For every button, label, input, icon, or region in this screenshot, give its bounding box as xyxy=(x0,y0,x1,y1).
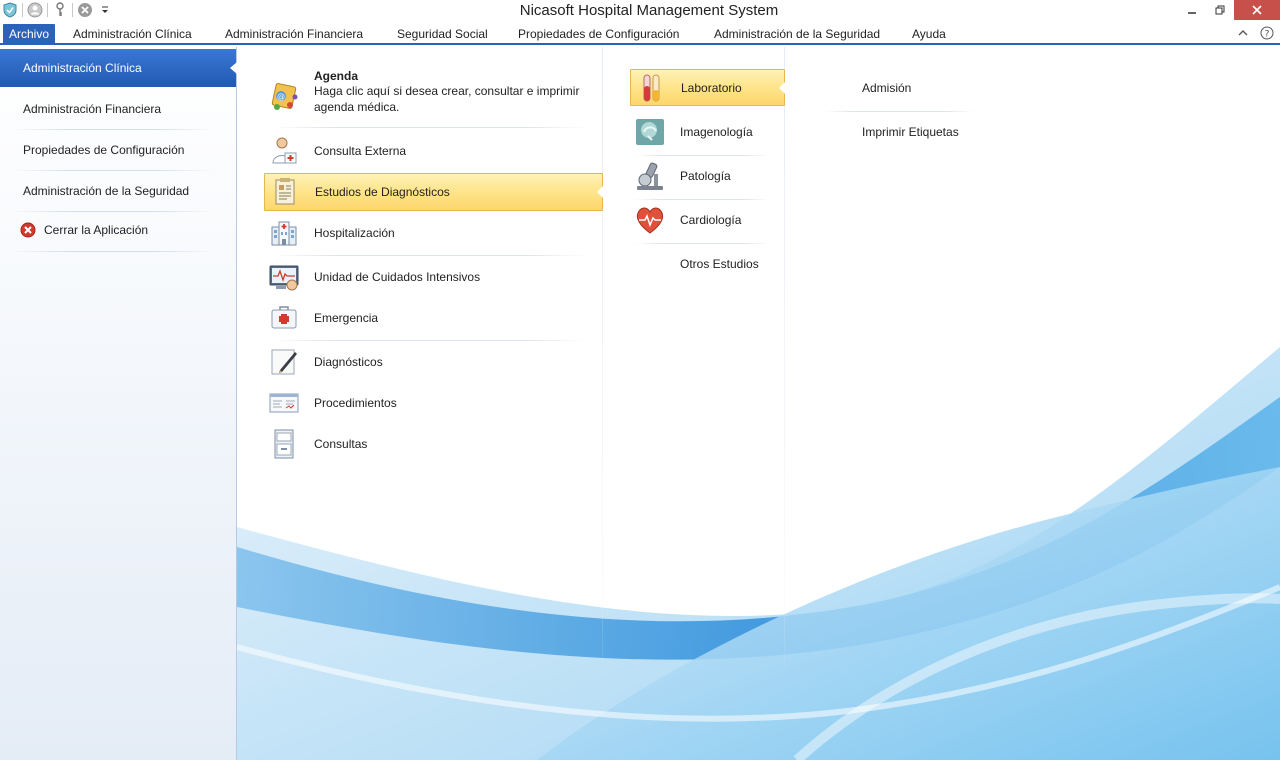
menu-bar: Archivo Administración Clínica Administr… xyxy=(0,22,1280,45)
consultas-item[interactable]: Consultas xyxy=(268,428,367,460)
svg-text:@: @ xyxy=(277,92,285,101)
selection-pointer xyxy=(597,186,603,198)
sidebar-separator xyxy=(10,170,215,171)
form-icon xyxy=(268,387,300,419)
backstage-sidebar: Administración Clínica Administración Fi… xyxy=(0,47,237,760)
column-divider xyxy=(784,47,785,667)
test-tubes-icon xyxy=(635,72,667,104)
sidebar-separator xyxy=(10,251,215,252)
admision-item[interactable]: Admisión xyxy=(862,79,911,97)
item-separator xyxy=(634,155,769,156)
menu-administracion-seguridad[interactable]: Administración de la Seguridad xyxy=(714,24,880,44)
emergencia-item[interactable]: Emergencia xyxy=(268,302,378,334)
agenda-title: Agenda xyxy=(314,69,359,83)
hospitalizacion-item[interactable]: Hospitalización xyxy=(268,217,395,249)
item-separator xyxy=(272,340,587,341)
uci-label: Unidad de Cuidados Intensivos xyxy=(314,270,481,284)
menu-archivo[interactable]: Archivo xyxy=(3,24,56,44)
xray-icon xyxy=(634,116,666,148)
sidebar-item-administracion-seguridad[interactable]: Administración de la Seguridad xyxy=(0,172,236,210)
item-separator xyxy=(272,127,587,128)
imprimir-etiquetas-item[interactable]: Imprimir Etiquetas xyxy=(862,123,959,141)
agenda-icon: @ xyxy=(268,81,300,113)
document-cabinet-icon xyxy=(268,428,300,460)
hospital-building-icon xyxy=(268,217,300,249)
exit-application-button[interactable]: Cerrar la Aplicación xyxy=(20,221,148,239)
sidebar-item-propiedades-configuracion[interactable]: Propiedades de Configuración xyxy=(0,131,236,169)
item-separator xyxy=(634,199,769,200)
backstage-content: @ Agenda Haga clic aquí si desea crear, … xyxy=(237,47,1280,760)
exit-label: Cerrar la Aplicación xyxy=(44,223,149,237)
menu-administracion-clinica[interactable]: Administración Clínica xyxy=(73,24,192,44)
menu-seguridad-social[interactable]: Seguridad Social xyxy=(397,24,488,44)
svg-text:?: ? xyxy=(1265,30,1270,40)
menu-ayuda[interactable]: Ayuda xyxy=(912,24,946,44)
uci-item[interactable]: Unidad de Cuidados Intensivos xyxy=(268,261,480,293)
heart-icon xyxy=(634,204,666,236)
first-aid-kit-icon xyxy=(268,302,300,334)
procedimientos-label: Procedimientos xyxy=(314,396,397,410)
imagenologia-item[interactable]: Imagenología xyxy=(634,116,753,148)
agenda-item[interactable]: @ Agenda Haga clic aquí si desea crear, … xyxy=(268,69,589,115)
estudios-diagnosticos-label: Estudios de Diagnósticos xyxy=(315,185,450,199)
menu-administracion-financiera[interactable]: Administración Financiera xyxy=(225,24,363,44)
consulta-externa-label: Consulta Externa xyxy=(314,144,407,158)
cardiologia-label: Cardiología xyxy=(680,213,742,227)
clipboard-icon xyxy=(269,176,301,208)
otros-estudios-label: Otros Estudios xyxy=(680,257,759,271)
microscope-icon xyxy=(634,160,666,192)
close-button[interactable] xyxy=(1234,0,1280,20)
consulta-externa-item[interactable]: Consulta Externa xyxy=(268,135,406,167)
window-title: Nicasoft Hospital Management System xyxy=(519,2,779,19)
laboratorio-item[interactable]: Laboratorio xyxy=(630,69,785,106)
doctor-icon xyxy=(268,135,300,167)
window-controls xyxy=(1178,0,1280,22)
diagnosticos-label: Diagnósticos xyxy=(314,355,383,369)
sidebar-separator xyxy=(10,211,215,212)
minimize-button[interactable] xyxy=(1178,0,1206,20)
monitor-icon xyxy=(268,261,300,293)
item-separator xyxy=(272,255,587,256)
laboratorio-label: Laboratorio xyxy=(681,80,742,95)
procedimientos-item[interactable]: Procedimientos xyxy=(268,387,397,419)
column-divider xyxy=(602,47,603,667)
patologia-item[interactable]: Patología xyxy=(634,160,731,192)
imagenologia-label: Imagenología xyxy=(680,125,753,139)
patologia-label: Patología xyxy=(680,169,731,183)
menu-propiedades-configuracion[interactable]: Propiedades de Configuración xyxy=(518,24,679,44)
title-bar: Nicasoft Hospital Management System xyxy=(0,0,1280,22)
collapse-ribbon-icon[interactable] xyxy=(1236,25,1250,41)
diagnosticos-item[interactable]: Diagnósticos xyxy=(268,346,383,378)
pencil-notepad-icon xyxy=(268,346,300,378)
help-icon[interactable]: ? xyxy=(1260,25,1274,41)
item-separator xyxy=(634,243,769,244)
emergencia-label: Emergencia xyxy=(314,311,379,325)
hospitalizacion-label: Hospitalización xyxy=(314,226,395,240)
admision-label: Admisión xyxy=(862,81,912,95)
consultas-label: Consultas xyxy=(314,437,368,451)
restore-button[interactable] xyxy=(1206,0,1234,20)
selection-pointer xyxy=(779,82,785,94)
otros-estudios-item[interactable]: Otros Estudios xyxy=(634,248,759,280)
estudios-diagnosticos-item[interactable]: Estudios de Diagnósticos xyxy=(264,173,603,211)
agenda-description: Haga clic aquí si desea crear, consultar… xyxy=(314,84,580,114)
imprimir-etiquetas-label: Imprimir Etiquetas xyxy=(862,125,959,139)
sidebar-item-administracion-financiera[interactable]: Administración Financiera xyxy=(0,90,236,128)
cardiologia-item[interactable]: Cardiología xyxy=(634,204,741,236)
sidebar-separator xyxy=(10,129,215,130)
item-separator xyxy=(824,111,974,112)
exit-icon xyxy=(20,222,36,238)
sidebar-item-administracion-clinica[interactable]: Administración Clínica xyxy=(0,49,237,87)
